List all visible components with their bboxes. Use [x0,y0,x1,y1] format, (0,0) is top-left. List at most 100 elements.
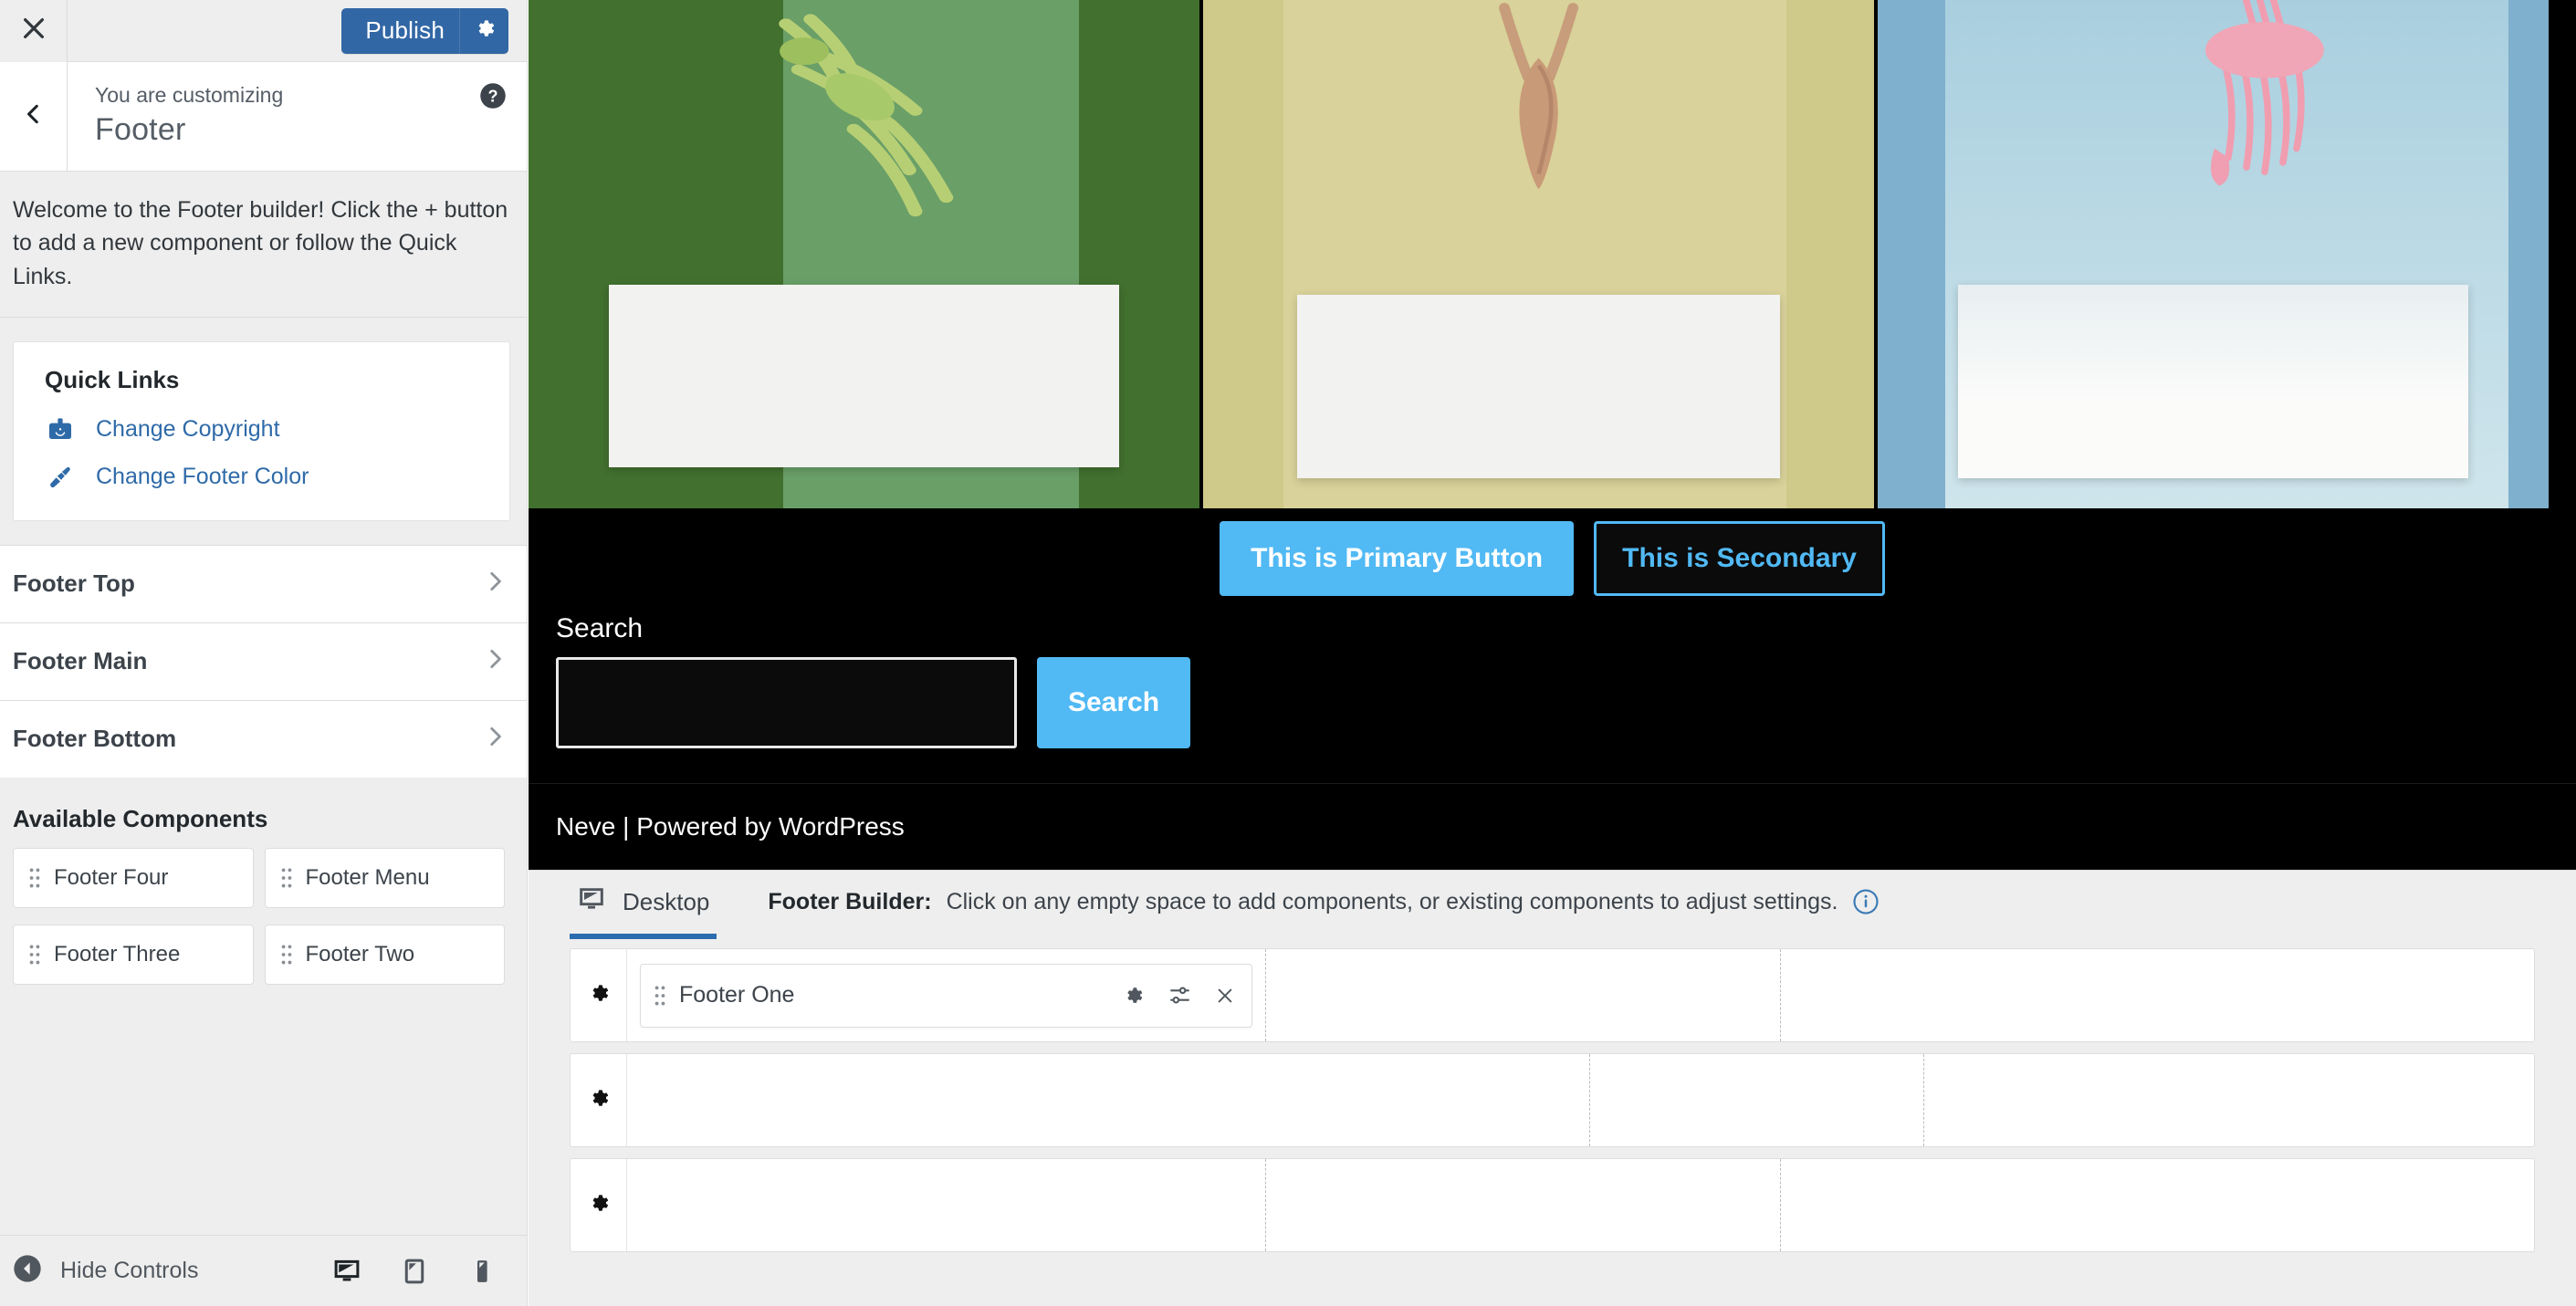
desktop-icon[interactable] [333,1258,361,1285]
component-actions [1122,984,1235,1007]
row-settings-button[interactable] [571,1159,627,1251]
publish-button[interactable]: Publish [341,7,508,54]
quick-link-label: Change Copyright [96,416,280,443]
tablet-icon[interactable] [401,1258,428,1285]
row-settings-button[interactable] [571,949,627,1041]
gear-icon [587,1086,611,1114]
component-label: Footer Three [54,941,181,966]
chevron-right-icon [483,647,507,675]
back-button[interactable] [0,62,68,171]
gear-icon [1122,984,1145,1007]
builder-slot[interactable] [1590,1054,1924,1146]
available-components-title: Available Components [13,804,268,832]
info-icon[interactable] [1852,888,1880,915]
gallery-image-antelope [1203,0,1874,508]
sidebar-item-footer-top[interactable]: Footer Top [0,544,527,622]
gallery-image-grasshopper [529,0,1199,508]
tab-desktop[interactable]: Desktop [570,871,717,939]
sidebar-item-footer-bottom[interactable]: Footer Bottom [0,699,527,778]
svg-text:?: ? [487,88,497,106]
search-label: Search [556,613,644,643]
hide-controls-label: Hide Controls [60,1258,199,1283]
publish-settings-button[interactable] [459,7,508,54]
hide-controls-button[interactable]: Hide Controls [13,1254,198,1288]
builder-row[interactable] [570,1053,2535,1147]
quick-link-label: Change Footer Color [96,464,309,490]
sidebar-item-footer-main[interactable]: Footer Main [0,622,527,700]
builder-slot[interactable] [627,1159,1266,1251]
builder-slot[interactable] [1266,949,1781,1041]
builder-slot[interactable] [1924,1054,2534,1146]
available-component-footer-three[interactable]: Footer Three [13,924,254,985]
drag-grip-icon [28,944,41,966]
section-label: Footer Main [13,647,148,675]
close-customizer-button[interactable] [0,0,68,62]
component-label: Footer One [679,982,795,1008]
help-button[interactable]: ? [479,82,507,110]
customizer-sidebar: Publish You are customizing Footer ? Wel… [0,0,528,1306]
sliders-icon [1168,984,1191,1007]
flamingo-illustration [2204,0,2324,186]
secondary-button[interactable]: This is Secondary [1594,521,1885,596]
component-sliders-button[interactable] [1168,984,1191,1007]
builder-hint-strong: Footer Builder: [768,888,932,914]
available-component-footer-two[interactable]: Footer Two [264,924,505,985]
component-settings-button[interactable] [1122,984,1145,1007]
available-component-footer-menu[interactable]: Footer Menu [264,847,505,908]
available-components-list: Footer Four Footer Menu Footer Three Foo… [0,847,527,985]
builder-slot[interactable] [1266,1159,1781,1251]
builder-slot[interactable]: Footer One [627,949,1266,1041]
tab-desktop-label: Desktop [623,887,710,915]
builder-hint-text: Click on any empty space to add componen… [946,888,1838,914]
credits-text: Neve | Powered by WordPress [556,812,905,841]
id-badge-icon [45,414,76,445]
publish-area: Publish [68,7,527,54]
available-component-footer-four[interactable]: Footer Four [13,847,254,908]
builder-slot[interactable] [1781,1159,2534,1251]
close-icon [20,15,47,47]
section-label: Footer Top [13,569,135,598]
desktop-icon [577,885,606,919]
builder-component-footer-one[interactable]: Footer One [640,963,1252,1028]
gear-icon [587,1191,611,1219]
primary-button[interactable]: This is Primary Button [1220,521,1575,596]
builder-hint: Footer Builder: Click on any empty space… [768,888,1880,915]
panel-title-block: You are customizing Footer ? [68,62,527,171]
mobile-icon[interactable] [468,1258,496,1285]
builder-row[interactable] [570,1158,2535,1252]
grasshopper-illustration [778,14,953,217]
quick-link-change-footer-color[interactable]: Change Footer Color [45,462,484,493]
component-remove-button[interactable] [1215,986,1235,1006]
search-submit-button[interactable]: Search [1037,657,1190,748]
drag-grip-icon[interactable] [654,985,666,1007]
drag-grip-icon [280,944,293,966]
component-label: Footer Menu [305,864,430,890]
gear-icon [587,981,611,1009]
sidebar-footer-bar: Hide Controls [0,1235,527,1306]
sidebar-header: You are customizing Footer ? [0,62,527,172]
builder-rows: Footer One [529,933,2576,1252]
section-label: Footer Bottom [13,725,177,753]
row-settings-button[interactable] [571,1054,627,1146]
builder-slot[interactable] [627,1054,1590,1146]
component-label: Footer Two [305,941,415,966]
sidebar-body: Welcome to the Footer builder! Click the… [0,172,527,1235]
close-icon [1215,986,1235,1006]
quick-links-title: Quick Links [45,365,180,393]
paint-brush-icon [45,462,76,493]
customizer-screen: Publish You are customizing Footer ? Wel… [0,0,2576,1306]
quick-link-change-copyright[interactable]: Change Copyright [45,414,484,445]
page-title: Footer [95,111,186,147]
chevron-right-icon [483,569,507,598]
collapse-left-icon [13,1254,42,1288]
gallery-image-flamingo [1878,0,2549,508]
customizing-eyebrow: You are customizing [95,82,284,107]
builder-slot[interactable] [1781,949,2534,1041]
search-input[interactable] [556,657,1017,748]
drag-grip-icon [28,867,41,889]
quick-links-card: Quick Links Change Copyright Change Foot… [13,340,510,521]
chevron-right-icon [483,725,507,753]
publish-button-label: Publish [365,16,445,44]
footer-image-gallery [529,0,2576,508]
builder-row[interactable]: Footer One [570,948,2535,1042]
